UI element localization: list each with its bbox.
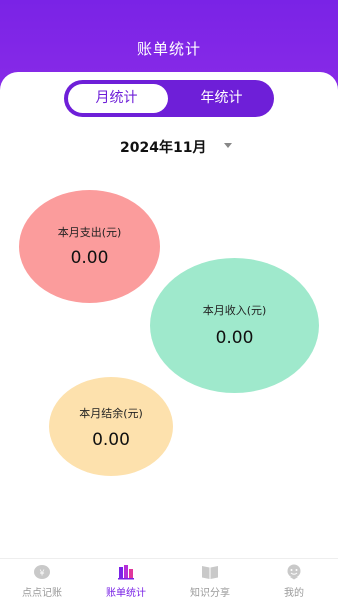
date-picker[interactable]: 2024年11月 <box>0 134 338 158</box>
selected-month-text[interactable]: 2024年11月 <box>120 137 206 157</box>
svg-text:¥: ¥ <box>39 569 44 578</box>
tab-bookkeeping[interactable]: ¥ 点点记账 <box>0 559 84 601</box>
tab-knowledge-share[interactable]: 知识分享 <box>168 559 252 601</box>
balance-label: 本月结余(元) <box>79 407 143 420</box>
income-value: 0.00 <box>215 328 254 348</box>
period-segmented-control: 月统计 年统计 <box>64 80 274 117</box>
balance-summary-bubble: 本月结余(元) 0.00 <box>49 377 173 476</box>
income-label: 本月收入(元) <box>202 304 267 317</box>
book-icon <box>202 566 218 579</box>
tab-profile[interactable]: 我的 <box>252 559 336 601</box>
expense-label: 本月支出(元) <box>57 226 122 239</box>
profile-icon <box>287 564 301 580</box>
expense-summary-bubble: 本月支出(元) 0.00 <box>19 190 160 303</box>
page-title: 账单统计 <box>136 40 201 58</box>
expense-value: 0.00 <box>70 248 109 268</box>
tab-bill-stats[interactable]: 账单统计 <box>84 559 168 601</box>
tab-month-stats[interactable]: 月统计 <box>64 80 169 117</box>
tab-label: 知识分享 <box>190 588 230 599</box>
bottom-tab-bar: ¥ 点点记账 账单统计 知识分享 我的 <box>0 558 338 601</box>
tab-label: 账单统计 <box>106 588 146 599</box>
tab-label: 点点记账 <box>22 588 62 599</box>
income-summary-bubble: 本月收入(元) 0.00 <box>150 258 319 393</box>
dropdown-caret-icon[interactable] <box>224 143 232 148</box>
bar-chart-icon <box>118 565 134 580</box>
tab-label: 我的 <box>284 588 304 599</box>
tab-year-stats[interactable]: 年统计 <box>169 80 274 117</box>
balance-value: 0.00 <box>92 430 130 450</box>
coin-icon: ¥ <box>34 565 50 579</box>
